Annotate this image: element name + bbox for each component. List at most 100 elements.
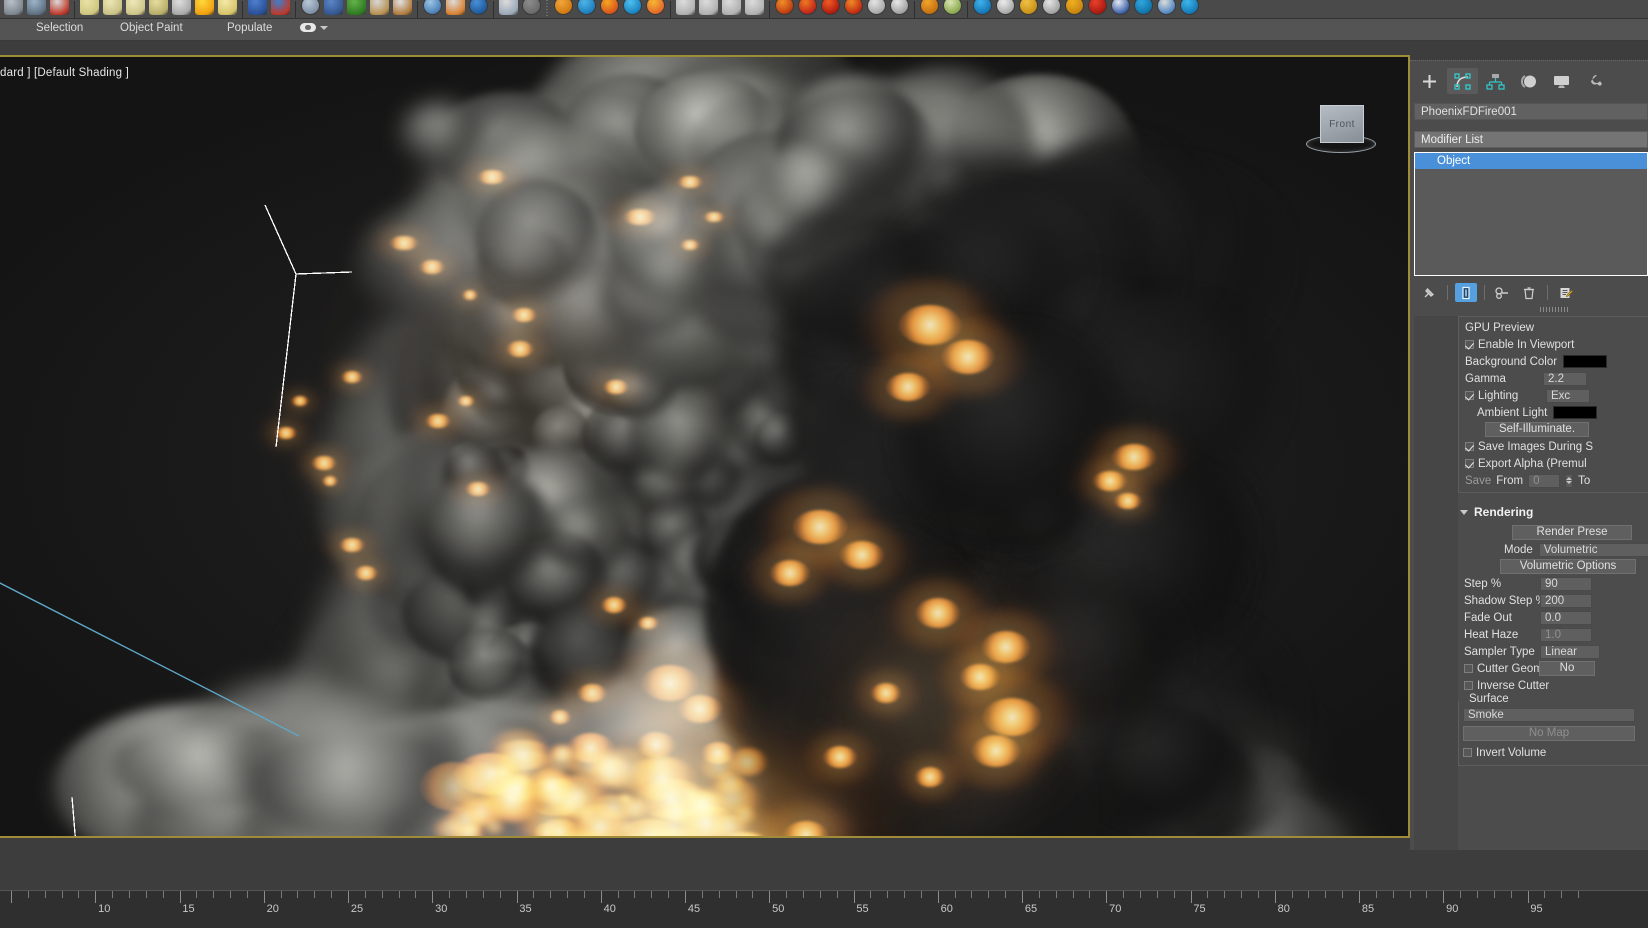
phoenix-waves-icon[interactable]: [1178, 0, 1201, 18]
command-tab-create[interactable]: [1414, 68, 1445, 94]
phoenix-splash-icon[interactable]: [941, 0, 964, 18]
save-button[interactable]: Save: [1465, 475, 1491, 487]
cone-primitive-icon[interactable]: [170, 0, 193, 18]
view-cube-face[interactable]: Front: [1320, 105, 1364, 143]
configure-sets-icon[interactable]: [1555, 283, 1577, 302]
from-spinner[interactable]: [1565, 474, 1573, 488]
modifier-stack-toolbar[interactable]: [1414, 281, 1648, 304]
self-illuminate-button[interactable]: Self-Illuminate.: [1485, 422, 1589, 437]
phoenix-pour-icon[interactable]: [971, 0, 994, 18]
command-tab-display[interactable]: [1546, 68, 1577, 94]
blue-sphere-icon[interactable]: [421, 0, 444, 18]
ribbon-tab-object-paint[interactable]: Object Paint: [120, 22, 183, 34]
perspective-viewport[interactable]: Front: [0, 55, 1410, 838]
mode-dropdown[interactable]: Volumetric: [1539, 543, 1648, 557]
command-tab-hierarchy[interactable]: [1480, 68, 1511, 94]
save-images-row[interactable]: Save Images During S: [1459, 438, 1648, 455]
save-range-row[interactable]: Save From 0 To: [1459, 472, 1648, 489]
phoenix-liquid-pour-icon[interactable]: [1063, 0, 1086, 18]
stop-icon[interactable]: [720, 0, 743, 18]
step-pct-row[interactable]: Step % 90: [1458, 575, 1648, 592]
rollout-area[interactable]: GPU Preview Enable In Viewport Backgroun…: [1414, 316, 1648, 850]
lighting-mode-dropdown[interactable]: Exc: [1546, 389, 1590, 403]
render-frame-icon[interactable]: [444, 0, 467, 18]
phoenix-fire-icon[interactable]: [598, 0, 621, 18]
modifier-list-dropdown[interactable]: Modifier List: [1414, 131, 1648, 148]
phoenix-orange-ring-icon[interactable]: [918, 0, 941, 18]
viewport-label[interactable]: dard ] [Default Shading ]: [0, 67, 129, 79]
play-icon[interactable]: [674, 0, 697, 18]
heat-haze-field[interactable]: 1.0: [1540, 628, 1592, 642]
chevron-down-icon[interactable]: [320, 26, 328, 30]
phoenix-smoke-icon[interactable]: [888, 0, 911, 18]
cutter-geom-picker[interactable]: No: [1539, 661, 1595, 676]
surface-map-row[interactable]: No Map: [1459, 725, 1648, 742]
modifier-stack[interactable]: Object: [1414, 152, 1648, 276]
phoenix-blue-container-icon[interactable]: [575, 0, 598, 18]
gamma-field[interactable]: 2.2: [1543, 372, 1587, 386]
command-panel[interactable]: PhoenixFDFire001 Modifier List Object: [1410, 60, 1648, 850]
enable-in-viewport-row[interactable]: Enable In Viewport: [1459, 336, 1648, 353]
phoenix-ocean-icon[interactable]: [1155, 0, 1178, 18]
render-presets-button[interactable]: Render Prese: [1512, 525, 1632, 540]
timeline-ruler[interactable]: 101520253035404550556065707580859095: [0, 890, 1648, 928]
blue-ball-icon[interactable]: [467, 0, 490, 18]
main-toolbar[interactable]: [0, 0, 1648, 19]
phoenix-wave-icon[interactable]: [1132, 0, 1155, 18]
shadow-step-pct-row[interactable]: Shadow Step % 200: [1458, 592, 1648, 609]
cylinder-primitive-icon[interactable]: [124, 0, 147, 18]
phoenix-hand-fire-icon[interactable]: [842, 0, 865, 18]
phoenix-liquid-icon[interactable]: [621, 0, 644, 18]
cutter-geom-row[interactable]: Cutter Geom No: [1458, 660, 1648, 677]
scene-explorer-icon[interactable]: [497, 0, 520, 18]
render-setup-icon[interactable]: [48, 0, 71, 18]
save-images-checkbox[interactable]: [1465, 442, 1474, 451]
rendering-rollout-body[interactable]: Render Prese Mode Volumetric Volumetric …: [1458, 522, 1648, 766]
mode-row[interactable]: Mode Volumetric: [1458, 541, 1648, 558]
ambient-light-row[interactable]: Ambient Light: [1459, 404, 1648, 421]
shadow-step-pct-field[interactable]: 200: [1540, 594, 1592, 608]
show-end-result-icon[interactable]: [1455, 283, 1477, 302]
chevron-down-icon[interactable]: [1460, 510, 1468, 515]
viewport-container[interactable]: Front dard ] [Default Shading ]: [0, 55, 1410, 838]
hair-fur-icon[interactable]: [322, 0, 345, 18]
gamma-row[interactable]: Gamma 2.2: [1459, 370, 1648, 387]
sunlight-icon[interactable]: [193, 0, 216, 18]
render-presets-row[interactable]: Render Prese: [1458, 524, 1648, 541]
make-unique-icon[interactable]: [1492, 283, 1514, 302]
phoenix-red-splash-icon[interactable]: [1086, 0, 1109, 18]
phoenix-glass-icon[interactable]: [1017, 0, 1040, 18]
rendering-rollout-header[interactable]: Rendering: [1458, 502, 1648, 522]
surface-map-button[interactable]: No Map: [1463, 726, 1635, 741]
geosphere-icon[interactable]: [147, 0, 170, 18]
invert-volume-row[interactable]: Invert Volume: [1459, 744, 1648, 761]
mesh-helper-icon[interactable]: [299, 0, 322, 18]
step-pct-field[interactable]: 90: [1540, 577, 1592, 591]
background-color-row[interactable]: Background Color: [1459, 353, 1648, 370]
command-tab-utilities[interactable]: [1579, 68, 1610, 94]
pause-icon[interactable]: [697, 0, 720, 18]
ribbon-tab-populate[interactable]: Populate: [227, 22, 272, 34]
inverse-cutter-checkbox[interactable]: [1464, 681, 1473, 690]
self-illuminate-row[interactable]: Self-Illuminate.: [1459, 421, 1648, 438]
phoenix-sparks-icon[interactable]: [644, 0, 667, 18]
invert-volume-checkbox[interactable]: [1463, 748, 1472, 757]
ox-icon[interactable]: [391, 0, 414, 18]
export-alpha-checkbox[interactable]: [1465, 459, 1474, 468]
from-field[interactable]: 0: [1528, 474, 1560, 488]
panel-resize-grip[interactable]: [1540, 307, 1570, 312]
sphere-primitive-icon[interactable]: [101, 0, 124, 18]
volumetric-options-button[interactable]: Volumetric Options: [1500, 559, 1636, 574]
fade-out-row[interactable]: Fade Out 0.0: [1458, 609, 1648, 626]
heat-haze-row[interactable]: Heat Haze 1.0: [1458, 626, 1648, 643]
timeline-track[interactable]: 101520253035404550556065707580859095: [0, 891, 1648, 928]
modifier-stack-item-object[interactable]: Object: [1415, 153, 1647, 169]
volumetric-options-row[interactable]: Volumetric Options: [1458, 558, 1648, 575]
phoenix-orange-container-icon[interactable]: [552, 0, 575, 18]
cutter-geom-checkbox[interactable]: [1464, 664, 1473, 673]
phoenix-explosion-icon[interactable]: [819, 0, 842, 18]
enable-in-viewport-checkbox[interactable]: [1465, 340, 1474, 349]
fade-out-field[interactable]: 0.0: [1540, 611, 1592, 625]
lighting-row[interactable]: Lighting Exc: [1459, 387, 1648, 404]
help-icon[interactable]: [520, 0, 543, 18]
